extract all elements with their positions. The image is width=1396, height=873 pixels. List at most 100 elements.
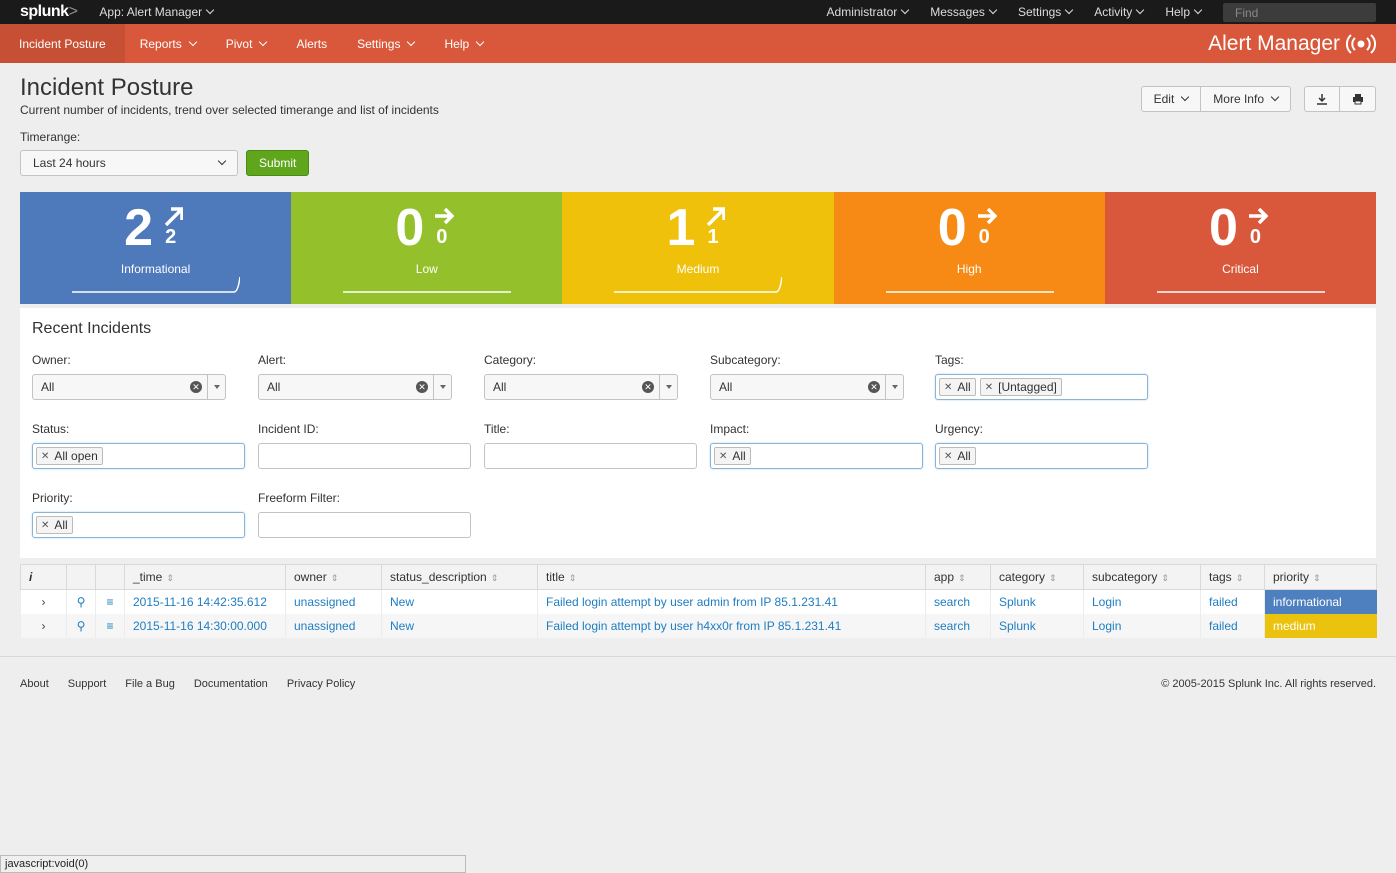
settings-menu[interactable]: Settings — [1018, 5, 1074, 19]
caret-down-icon — [891, 385, 898, 389]
cell-app[interactable]: search — [925, 589, 991, 614]
cell-owner[interactable]: unassigned — [285, 613, 382, 638]
remove-icon[interactable]: ✕ — [944, 451, 952, 462]
broadcast-icon — [1346, 33, 1376, 54]
tile-informational[interactable]: 2 2 Informational — [20, 192, 292, 304]
cell-category[interactable]: Splunk — [990, 613, 1084, 638]
footer-link-privacy[interactable]: Privacy Policy — [287, 678, 355, 690]
find-input[interactable]: Find — [1223, 2, 1376, 22]
cell-priority[interactable]: medium — [1264, 613, 1377, 638]
cell-tags[interactable]: failed — [1200, 613, 1265, 638]
tag-chip[interactable]: ✕ All — [939, 378, 976, 396]
footer-link-file-bug[interactable]: File a Bug — [125, 678, 175, 690]
cell-app[interactable]: search — [925, 613, 991, 638]
status-chip[interactable]: ✕ All open — [36, 447, 103, 465]
col-owner[interactable]: owner ⇕ — [285, 564, 382, 590]
dropdown-toggle[interactable] — [885, 375, 903, 399]
impact-chip[interactable]: ✕ All — [714, 447, 751, 465]
subcategory-dropdown[interactable]: All ✕ — [710, 374, 904, 400]
expand-icon[interactable]: › — [20, 589, 67, 614]
print-button[interactable] — [1340, 86, 1376, 112]
remove-icon[interactable]: ✕ — [944, 382, 952, 393]
list-icon[interactable]: ≡ — [95, 613, 125, 638]
nav-alerts[interactable]: Alerts — [281, 24, 342, 63]
messages-menu[interactable]: Messages — [930, 5, 998, 19]
search-icon[interactable]: ⚲ — [66, 589, 96, 614]
tag-chip[interactable]: ✕ [Untagged] — [979, 378, 1062, 396]
urgency-multiselect[interactable]: ✕ All — [935, 443, 1148, 469]
nav-pivot[interactable]: Pivot — [211, 24, 282, 63]
col-title[interactable]: title ⇕ — [537, 564, 926, 590]
owner-dropdown[interactable]: All ✕ — [32, 374, 226, 400]
nav-incident-posture[interactable]: Incident Posture — [0, 24, 125, 63]
cell-time[interactable]: 2015-11-16 14:42:35.612 — [124, 589, 286, 614]
cell-title[interactable]: Failed login attempt by user admin from … — [537, 589, 926, 614]
cell-time[interactable]: 2015-11-16 14:30:00.000 — [124, 613, 286, 638]
cell-status[interactable]: New — [381, 589, 538, 614]
dropdown-toggle[interactable] — [207, 375, 225, 399]
cell-priority[interactable]: informational — [1264, 589, 1377, 614]
clear-icon[interactable]: ✕ — [868, 381, 880, 393]
nav-help[interactable]: Help — [429, 24, 498, 63]
alert-dropdown[interactable]: All ✕ — [258, 374, 452, 400]
title-input[interactable] — [484, 443, 697, 469]
nav-settings[interactable]: Settings — [342, 24, 429, 63]
freeform-input[interactable] — [258, 512, 471, 538]
col-time[interactable]: _time ⇕ — [124, 564, 286, 590]
col-priority[interactable]: priority ⇕ — [1264, 564, 1377, 590]
footer-link-support[interactable]: Support — [68, 678, 107, 690]
timerange-picker[interactable]: Last 24 hours — [20, 150, 238, 176]
tags-multiselect[interactable]: ✕ All ✕ [Untagged] — [935, 374, 1148, 400]
dropdown-toggle[interactable] — [659, 375, 677, 399]
clear-icon[interactable]: ✕ — [416, 381, 428, 393]
remove-icon[interactable]: ✕ — [41, 520, 49, 531]
cell-title[interactable]: Failed login attempt by user h4xx0r from… — [537, 613, 926, 638]
splunk-logo[interactable]: splunk> — [20, 3, 78, 21]
col-status[interactable]: status_description ⇕ — [381, 564, 538, 590]
footer-link-documentation[interactable]: Documentation — [194, 678, 268, 690]
tile-high[interactable]: 0 0 High — [833, 192, 1105, 304]
clear-icon[interactable]: ✕ — [642, 381, 654, 393]
search-icon[interactable]: ⚲ — [66, 613, 96, 638]
nav-reports[interactable]: Reports — [125, 24, 211, 63]
col-category[interactable]: category ⇕ — [990, 564, 1084, 590]
help-menu[interactable]: Help — [1165, 5, 1203, 19]
category-dropdown[interactable]: All ✕ — [484, 374, 678, 400]
edit-button[interactable]: Edit — [1140, 86, 1202, 112]
more-info-button[interactable]: More Info — [1201, 86, 1291, 112]
tile-label: Informational — [120, 262, 191, 276]
cell-subcategory[interactable]: Login — [1083, 613, 1201, 638]
priority-multiselect[interactable]: ✕ All — [32, 512, 245, 538]
export-button[interactable] — [1304, 86, 1340, 112]
submit-button[interactable]: Submit — [246, 150, 310, 176]
app-menu[interactable]: App: Alert Manager — [99, 5, 215, 19]
cell-category[interactable]: Splunk — [990, 589, 1084, 614]
tile-medium[interactable]: 1 1 Medium — [562, 192, 834, 304]
cell-subcategory[interactable]: Login — [1083, 589, 1201, 614]
tile-critical[interactable]: 0 0 Critical — [1104, 192, 1377, 304]
col-app[interactable]: app ⇕ — [925, 564, 991, 590]
cell-owner[interactable]: unassigned — [285, 589, 382, 614]
administrator-menu[interactable]: Administrator — [827, 5, 910, 19]
footer-link-about[interactable]: About — [20, 678, 49, 690]
priority-chip[interactable]: ✕ All — [36, 516, 73, 534]
list-icon[interactable]: ≡ — [95, 589, 125, 614]
impact-multiselect[interactable]: ✕ All — [710, 443, 923, 469]
urgency-chip[interactable]: ✕ All — [939, 447, 976, 465]
clear-icon[interactable]: ✕ — [190, 381, 202, 393]
activity-menu[interactable]: Activity — [1094, 5, 1145, 19]
col-subcategory[interactable]: subcategory ⇕ — [1083, 564, 1201, 590]
col-tags[interactable]: tags ⇕ — [1200, 564, 1265, 590]
dropdown-toggle[interactable] — [433, 375, 451, 399]
cell-tags[interactable]: failed — [1200, 589, 1265, 614]
freeform-label: Freeform Filter: — [258, 491, 341, 505]
remove-icon[interactable]: ✕ — [985, 382, 993, 393]
expand-icon[interactable]: › — [20, 613, 67, 638]
remove-icon[interactable]: ✕ — [41, 451, 49, 462]
incident-id-input[interactable] — [258, 443, 471, 469]
remove-icon[interactable]: ✕ — [719, 451, 727, 462]
cell-status[interactable]: New — [381, 613, 538, 638]
sort-icon: ⇕ — [568, 573, 577, 583]
tile-low[interactable]: 0 0 Low — [291, 192, 563, 304]
status-multiselect[interactable]: ✕ All open — [32, 443, 245, 469]
